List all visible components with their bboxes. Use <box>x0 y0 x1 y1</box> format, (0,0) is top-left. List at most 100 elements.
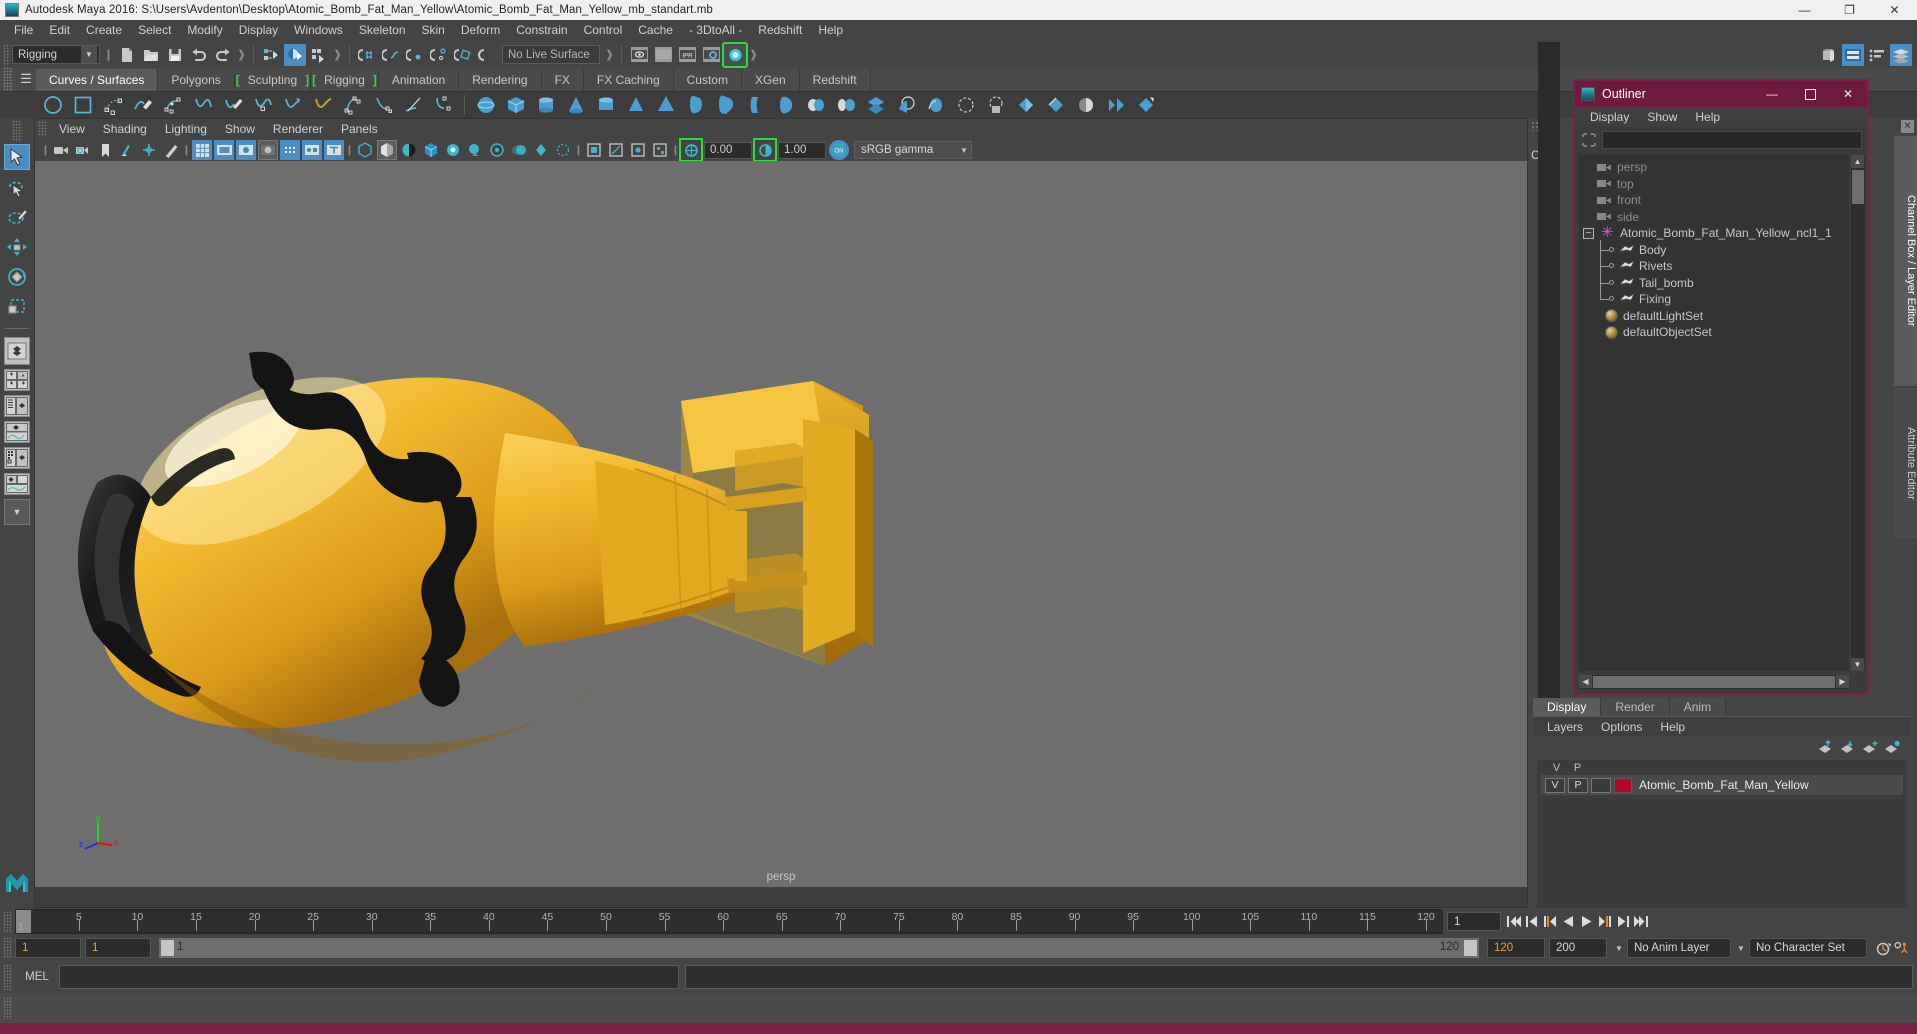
outliner-item-front[interactable]: front <box>1579 192 1849 209</box>
square-surface-icon[interactable] <box>922 93 950 117</box>
anim-layer-selector[interactable]: No Anim Layer <box>1627 938 1731 958</box>
scroll-left-icon[interactable]: ◀ <box>1579 675 1592 688</box>
snap-to-grid-icon[interactable] <box>356 44 378 66</box>
film-origin-icon[interactable] <box>280 140 300 160</box>
pencil-curve-icon[interactable] <box>129 93 157 117</box>
command-output[interactable] <box>685 965 1913 989</box>
range-right-handle[interactable] <box>1464 940 1477 956</box>
snap-to-projected-center-icon[interactable] <box>428 44 450 66</box>
paint-select-tool[interactable] <box>4 204 30 230</box>
trim-tool-icon[interactable] <box>1072 93 1100 117</box>
step-back-frame-icon[interactable] <box>1541 912 1559 932</box>
attach-curves-icon[interactable] <box>279 93 307 117</box>
depth-of-field-icon[interactable] <box>553 140 573 160</box>
search-filter-icon[interactable] <box>1580 131 1598 149</box>
menu-cache[interactable]: Cache <box>630 20 681 41</box>
rotate-tool[interactable] <box>4 264 30 290</box>
channel-box-toggle-icon[interactable] <box>1842 43 1864 66</box>
move-layer-down-icon[interactable] <box>1837 737 1859 757</box>
smooth-shade-icon[interactable] <box>377 140 397 160</box>
time-slider-grip[interactable] <box>3 910 12 933</box>
viewport-menu-show[interactable]: Show <box>216 119 264 139</box>
ipr-render-icon[interactable]: IPR <box>676 44 698 66</box>
time-slider-track[interactable]: 1 5 10 15 20 25 30 35 40 45 50 55 60 65 70 75 80 85 90 95 1… <box>15 909 1443 934</box>
film-gate-icon[interactable] <box>214 140 234 160</box>
command-line-grip[interactable] <box>3 964 12 990</box>
layer-tab-render[interactable]: Render <box>1601 698 1670 716</box>
hypershade-icon[interactable] <box>722 41 748 68</box>
color-management-toggle-icon[interactable]: ON <box>829 140 849 160</box>
range-end-field[interactable]: 120 <box>1487 938 1545 958</box>
nurbs-sphere-icon[interactable] <box>472 93 500 117</box>
range-start-field[interactable]: 1 <box>85 938 151 958</box>
outliner-item-side[interactable]: side <box>1579 209 1849 226</box>
textured-icon[interactable] <box>421 140 441 160</box>
range-slider-track[interactable]: 1 120 <box>159 938 1479 958</box>
menu-file[interactable]: File <box>6 20 41 41</box>
wireframe-icon[interactable] <box>355 140 375 160</box>
menu-skin[interactable]: Skin <box>414 20 453 41</box>
outliner-vertical-scrollbar[interactable]: ▲ ▼ <box>1851 155 1865 671</box>
bevel-plus-icon[interactable] <box>982 93 1010 117</box>
layer-menu-options[interactable]: Options <box>1592 717 1651 737</box>
field-chart-icon[interactable] <box>324 140 344 160</box>
shelf-tab-rendering[interactable]: Rendering <box>459 69 542 91</box>
image-plane-icon[interactable] <box>117 140 137 160</box>
nurbs-cube-icon[interactable] <box>502 93 530 117</box>
layer-menu-help[interactable]: Help <box>1651 717 1694 737</box>
birail-icon[interactable] <box>862 93 890 117</box>
range-left-handle[interactable] <box>161 940 174 956</box>
scroll-down-icon[interactable]: ▼ <box>1851 658 1864 671</box>
close-icon[interactable]: ✕ <box>1901 120 1914 133</box>
shelf-tab-custom[interactable]: Custom <box>673 69 742 91</box>
time-slider-cursor[interactable]: 1 <box>16 910 31 933</box>
layer-tab-display[interactable]: Display <box>1533 698 1602 716</box>
anim-end-field[interactable]: 200 <box>1549 938 1607 958</box>
lasso-select-tool[interactable] <box>4 174 30 200</box>
layer-visibility-toggle[interactable]: V <box>1545 777 1565 793</box>
rebuild-curve-icon[interactable] <box>399 93 427 117</box>
boundary-icon[interactable] <box>892 93 920 117</box>
shelf-tab-redshift[interactable]: Redshift <box>799 69 871 91</box>
xray-joints-icon[interactable] <box>628 140 648 160</box>
outliner-item-default-object-set[interactable]: defaultObjectSet <box>1579 324 1849 341</box>
viewport-3d-scene[interactable]: y x z persp <box>35 161 1527 887</box>
nurbs-plane-icon[interactable] <box>712 93 740 117</box>
viewport-menu-view[interactable]: View <box>50 119 94 139</box>
menu-control[interactable]: Control <box>576 20 631 41</box>
viewport-menu-panels[interactable]: Panels <box>332 119 387 139</box>
anim-start-field[interactable]: 1 <box>15 938 81 958</box>
four-view-layout[interactable] <box>4 369 30 391</box>
viewport-grip[interactable] <box>38 121 47 137</box>
shelf-tab-polygons[interactable]: Polygons <box>158 69 235 91</box>
restore-button[interactable]: ❐ <box>1827 0 1872 20</box>
minimize-button[interactable]: — <box>1782 0 1827 20</box>
viewport-menu-shading[interactable]: Shading <box>94 119 156 139</box>
snap-to-point-icon[interactable] <box>404 44 426 66</box>
gate-mask-icon[interactable] <box>258 140 278 160</box>
shelf-tab-curves-surfaces[interactable]: Curves / Surfaces <box>36 69 159 91</box>
layer-menu-layers[interactable]: Layers <box>1538 717 1592 737</box>
nurbs-circle-icon[interactable] <box>39 93 67 117</box>
select-by-object-icon[interactable] <box>284 43 306 66</box>
outliner-item-atomic-bomb-group[interactable]: − ✳ Atomic_Bomb_Fat_Man_Yellow_ncl1_1 <box>1579 225 1849 242</box>
outliner-item-rivets[interactable]: Rivets <box>1579 254 1849 275</box>
bookmark-icon[interactable] <box>95 140 115 160</box>
nurbs-cylinder-icon[interactable] <box>532 93 560 117</box>
new-layer-from-selected-icon[interactable] <box>1881 737 1903 757</box>
persp-graph-layout[interactable] <box>4 421 30 443</box>
collapse-expander-icon[interactable]: − <box>1583 228 1594 239</box>
detach-curves-icon[interactable] <box>309 93 337 117</box>
outliner-persp-layout[interactable] <box>4 395 30 417</box>
render-region-icon[interactable] <box>652 44 674 66</box>
command-language-label[interactable]: MEL <box>15 971 59 983</box>
select-tool[interactable] <box>4 144 30 170</box>
new-scene-icon[interactable] <box>116 44 138 66</box>
open-close-curve-icon[interactable] <box>339 93 367 117</box>
shelf-tab-rigging[interactable]: Rigging <box>311 69 379 91</box>
shadows-icon[interactable] <box>465 140 485 160</box>
resolution-gate-icon[interactable] <box>236 140 256 160</box>
cut-curve-icon[interactable] <box>429 93 457 117</box>
shelf-menu-icon[interactable]: ☰ <box>16 67 36 91</box>
step-forward-keyframe-icon[interactable] <box>1613 912 1631 932</box>
